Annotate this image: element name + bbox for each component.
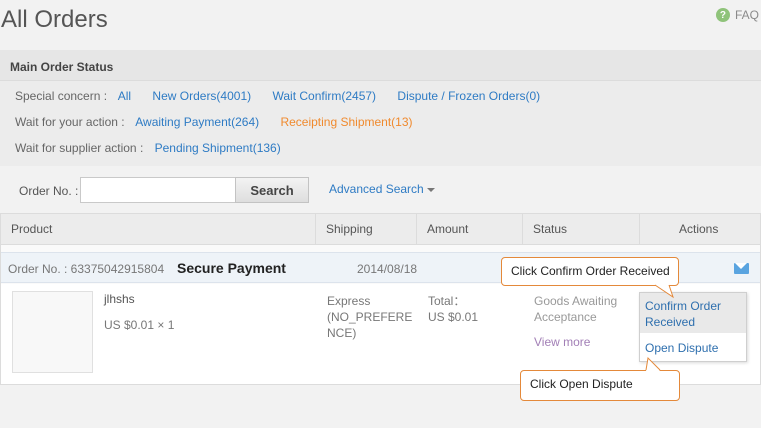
column-header-status: Status	[533, 222, 568, 236]
filter-wait-confirm-link[interactable]: Wait Confirm(2457)	[272, 89, 376, 103]
status-panel-heading: Main Order Status	[10, 60, 114, 74]
search-button[interactable]: Search	[235, 177, 309, 203]
order-amount: Total： US $0.01	[428, 293, 478, 325]
your-action-label: Wait for your action :	[15, 115, 125, 129]
order-status: Goods Awaiting Acceptance	[534, 293, 629, 325]
product-name[interactable]: jlhshs	[104, 292, 135, 306]
filter-awaiting-payment-link[interactable]: Awaiting Payment(264)	[135, 115, 259, 129]
order-date: 2014/08/18	[357, 262, 418, 276]
dispute-callout-text: Click Open Dispute	[530, 377, 633, 391]
confirm-label-line: Confirm Order	[645, 299, 722, 313]
mail-icon[interactable]	[734, 263, 749, 274]
shipping-line: Express	[327, 294, 371, 308]
table-header: Product Shipping Amount Status Actions	[1, 214, 760, 245]
shipping-line: NCE)	[327, 326, 357, 340]
special-concern-label: Special concern :	[15, 89, 108, 103]
view-more-link[interactable]: View more	[534, 335, 590, 349]
secure-payment-label: Secure Payment	[177, 260, 286, 276]
filter-all-link[interactable]: All	[118, 89, 131, 103]
filter-new-orders-link[interactable]: New Orders(4001)	[152, 89, 251, 103]
faq-link[interactable]: ? FAQ	[715, 8, 759, 22]
shipping-line: (NO_PREFERE	[327, 310, 413, 324]
confirm-callout-text: Click Confirm Order Received	[511, 264, 670, 278]
column-divider	[315, 214, 316, 245]
column-header-amount: Amount	[427, 222, 469, 236]
advanced-search-link[interactable]: Advanced Search	[329, 182, 435, 196]
column-divider	[639, 214, 640, 245]
shipping-method: Express (NO_PREFERE NCE)	[327, 293, 413, 341]
product-thumbnail[interactable]	[12, 291, 93, 373]
status-line: Goods Awaiting	[534, 294, 618, 308]
column-header-shipping: Shipping	[326, 222, 373, 236]
supplier-action-label: Wait for supplier action :	[15, 141, 144, 155]
column-header-actions: Actions	[679, 222, 719, 236]
amount-label: Total：	[428, 294, 466, 308]
product-price: US $0.01 × 1	[104, 318, 175, 332]
filter-receipting-shipment-link[interactable]: Receipting Shipment(13)	[280, 115, 412, 129]
open-dispute-button[interactable]: Open Dispute	[645, 341, 718, 355]
special-concern-row: Special concern : All New Orders(4001) W…	[15, 89, 558, 103]
question-icon: ?	[715, 8, 730, 22]
filter-pending-shipment-link[interactable]: Pending Shipment(136)	[155, 141, 281, 155]
confirm-order-callout: Click Confirm Order Received	[501, 257, 679, 286]
amount-value: US $0.01	[428, 310, 479, 324]
your-action-row: Wait for your action : Awaiting Payment(…	[15, 115, 431, 129]
confirm-order-received-button[interactable]: Confirm Order Received	[640, 293, 746, 333]
column-divider	[522, 214, 523, 245]
order-number: Order No. : 63375042915804	[8, 262, 165, 276]
callout-pointer	[654, 284, 674, 299]
advanced-search-label: Advanced Search	[329, 182, 424, 196]
order-no-input[interactable]	[80, 177, 236, 203]
order-search-bar: Order No. : Search Advanced Search	[0, 170, 761, 210]
page-title: All Orders	[1, 6, 108, 33]
supplier-action-row: Wait for supplier action : Pending Shipm…	[15, 141, 299, 155]
open-dispute-callout: Click Open Dispute	[520, 370, 680, 401]
column-divider	[416, 214, 417, 245]
chevron-down-icon	[426, 187, 435, 192]
status-line: Acceptance	[534, 310, 597, 324]
faq-label: FAQ	[734, 8, 759, 22]
order-no-label: Order No. :	[19, 184, 79, 198]
column-header-product: Product	[11, 222, 53, 236]
status-panel-header: Main Order Status	[0, 50, 761, 81]
confirm-label-line: Received	[645, 315, 696, 329]
callout-pointer	[645, 356, 661, 371]
actions-menu: Confirm Order Received Open Dispute	[639, 292, 747, 362]
main-order-status-panel: Main Order Status Special concern : All …	[0, 50, 761, 166]
filter-dispute-frozen-link[interactable]: Dispute / Frozen Orders(0)	[397, 89, 540, 103]
